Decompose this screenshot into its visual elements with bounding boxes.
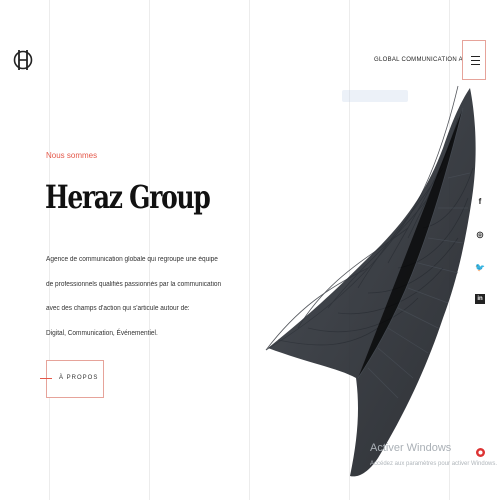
- description-line: avec des champs d'action qui s'articule …: [46, 305, 190, 312]
- hero-eyebrow: Nous sommes: [46, 151, 98, 160]
- menu-button[interactable]: [462, 40, 486, 80]
- heraz-logo[interactable]: [13, 40, 33, 80]
- description-line: de professionnels qualifiés passionnés p…: [46, 280, 222, 288]
- about-button-label[interactable]: À PROPOS: [59, 375, 98, 381]
- page-title: Heraz Group: [45, 178, 211, 216]
- description-line: Digital, Communication, Événementiel.: [46, 329, 158, 337]
- grid-line: [249, 0, 250, 500]
- twitter-icon[interactable]: 🐦: [475, 262, 485, 272]
- facebook-icon[interactable]: f: [475, 196, 485, 206]
- windows-activation-subtitle: Accédez aux paramètres pour activer Wind…: [370, 461, 498, 467]
- hero-description: Agence de communication globale qui regr…: [46, 248, 246, 346]
- linkedin-icon[interactable]: in: [475, 294, 485, 304]
- windows-activation-title: Activer Windows: [370, 442, 452, 454]
- about-button-line: [40, 378, 52, 379]
- hamburger-icon: [471, 56, 480, 57]
- language-flag-icon[interactable]: [476, 448, 485, 457]
- feather-image: [265, 85, 476, 477]
- hamburger-icon: [471, 64, 480, 65]
- hamburger-icon: [471, 60, 480, 61]
- description-line: Agence de communication globale qui regr…: [46, 256, 218, 263]
- instagram-icon[interactable]: ◎: [475, 229, 485, 239]
